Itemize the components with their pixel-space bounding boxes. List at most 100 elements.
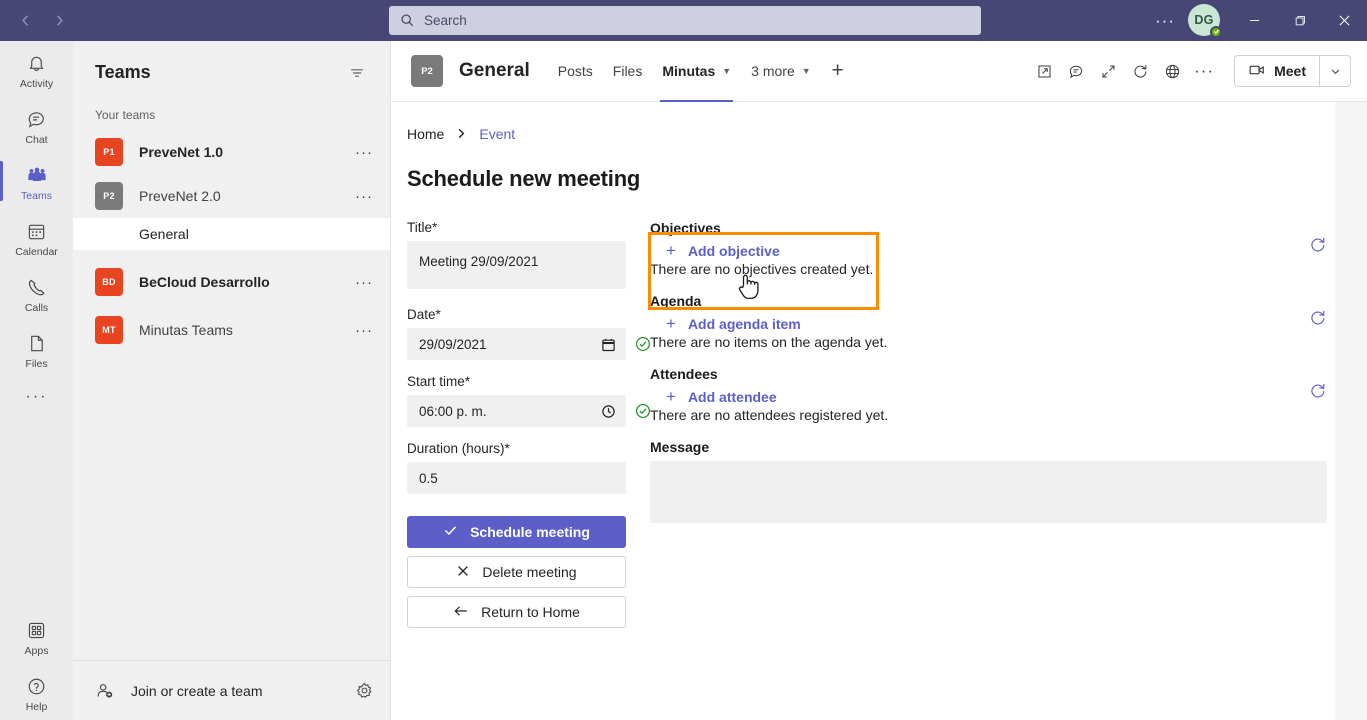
team-row[interactable]: P2 PreveNet 2.0 ···	[73, 174, 390, 218]
bell-icon	[26, 53, 47, 75]
back-button[interactable]	[8, 6, 42, 36]
rail-item-teams[interactable]: Teams	[0, 153, 73, 209]
clock-icon[interactable]	[601, 404, 616, 419]
expand-arrows-icon[interactable]	[1092, 55, 1124, 87]
add-attendee-button[interactable]: + Add attendee	[666, 388, 1335, 405]
avatar[interactable]: DG	[1188, 3, 1222, 38]
date-value: 29/09/2021	[419, 336, 487, 352]
add-tab-button[interactable]: +	[821, 41, 855, 102]
rail-item-calendar[interactable]: Calendar	[0, 209, 73, 265]
rail-item-activity[interactable]: Activity	[0, 41, 73, 97]
phone-icon	[26, 277, 47, 299]
team-row[interactable]: P1 PreveNet 1.0 ···	[73, 130, 390, 174]
duration-input[interactable]: 0.5	[407, 462, 626, 494]
breadcrumb-home[interactable]: Home	[407, 126, 444, 142]
team-avatar: P1	[95, 138, 123, 166]
channel-header: P2 General Posts Files Minutas ▼ 3 more …	[391, 41, 1367, 102]
agenda-section: Agenda + Add agenda item There are no it…	[650, 293, 1335, 350]
maximize-button[interactable]	[1277, 0, 1322, 41]
rail-item-chat[interactable]: Chat	[0, 97, 73, 153]
message-section: Message	[650, 439, 1335, 523]
join-or-create-team-label: Join or create a team	[131, 682, 263, 699]
objectives-empty-text: There are no objectives created yet.	[650, 261, 874, 277]
tab-posts[interactable]: Posts	[548, 41, 603, 102]
rail-item-files[interactable]: Files	[0, 321, 73, 377]
date-label: Date*	[407, 307, 441, 322]
join-or-create-team-button[interactable]: Join or create a team	[73, 660, 390, 720]
refresh-objectives-icon[interactable]	[1309, 236, 1327, 254]
team-more-button[interactable]: ···	[352, 144, 376, 161]
duration-value: 0.5	[419, 470, 438, 486]
meeting-app-canvas: Home Event Schedule new meeting Title* M…	[391, 102, 1335, 720]
rail-label-apps: Apps	[24, 644, 49, 657]
refresh-icon[interactable]	[1124, 55, 1156, 87]
add-person-icon	[95, 681, 117, 701]
title-input[interactable]: Meeting 29/09/2021	[407, 241, 626, 289]
refresh-agenda-icon[interactable]	[1309, 309, 1327, 327]
video-camera-icon	[1248, 61, 1266, 82]
close-button[interactable]	[1322, 0, 1367, 41]
team-row[interactable]: BD BeCloud Desarrollo ···	[73, 260, 390, 304]
tab-files[interactable]: Files	[603, 41, 653, 102]
search-bar[interactable]: Search	[389, 6, 981, 35]
calendar-picker-icon[interactable]	[601, 337, 616, 352]
message-textarea[interactable]	[650, 461, 1327, 523]
start-time-label: Start time*	[407, 374, 471, 389]
tab-label: 3 more	[751, 63, 795, 79]
team-more-button[interactable]: ···	[352, 188, 376, 205]
date-input[interactable]: 29/09/2021	[407, 328, 650, 360]
add-agenda-item-button[interactable]: + Add agenda item	[666, 315, 1335, 332]
breadcrumb-event[interactable]: Event	[479, 126, 515, 142]
agenda-title: Agenda	[650, 293, 702, 309]
objectives-section: Objectives + Add objective There are no …	[650, 220, 1335, 277]
title-label: Title*	[407, 220, 438, 235]
team-row[interactable]: MT Minutas Teams ···	[73, 308, 390, 352]
calendar-icon	[26, 221, 47, 243]
team-name: Minutas Teams	[139, 322, 233, 338]
titlebar-more-button[interactable]: ···	[1148, 5, 1182, 37]
team-more-button[interactable]: ···	[352, 274, 376, 291]
start-time-input[interactable]: 06:00 p. m.	[407, 395, 650, 427]
duration-label: Duration (hours)*	[407, 441, 510, 456]
date-valid-icon	[635, 336, 651, 352]
rail-more-button[interactable]: ···	[0, 377, 73, 417]
filter-icon[interactable]	[342, 58, 372, 88]
start-time-value: 06:00 p. m.	[419, 403, 487, 419]
plus-icon: +	[666, 314, 676, 333]
open-in-new-icon[interactable]	[1028, 55, 1060, 87]
presence-badge	[1210, 25, 1222, 38]
meet-dropdown-button[interactable]	[1319, 56, 1350, 86]
tab-minutas[interactable]: Minutas ▼	[652, 41, 741, 102]
delete-meeting-button[interactable]: Delete meeting	[407, 556, 626, 588]
globe-icon[interactable]	[1156, 55, 1188, 87]
question-circle-icon	[26, 676, 47, 698]
add-objective-button[interactable]: + Add objective	[666, 242, 1335, 259]
forward-button[interactable]	[42, 6, 76, 36]
gear-icon[interactable]	[355, 681, 374, 700]
tab-label: Minutas	[662, 63, 716, 79]
return-to-home-label: Return to Home	[481, 604, 580, 620]
tab-3-more[interactable]: 3 more ▼	[741, 41, 821, 102]
channel-tabs: Posts Files Minutas ▼ 3 more ▼ +	[548, 41, 855, 102]
more-options-icon[interactable]: ···	[1188, 55, 1220, 87]
team-more-button[interactable]: ···	[352, 322, 376, 339]
rail-item-calls[interactable]: Calls	[0, 265, 73, 321]
objectives-title: Objectives	[650, 220, 721, 236]
schedule-meeting-button[interactable]: Schedule meeting	[407, 516, 626, 548]
return-to-home-button[interactable]: Return to Home	[407, 596, 626, 628]
minimize-button[interactable]	[1232, 0, 1277, 41]
meet-button[interactable]: Meet	[1235, 56, 1319, 86]
chevron-down-icon[interactable]: ▼	[802, 66, 811, 76]
rail-item-help[interactable]: Help	[0, 664, 73, 720]
rail-label-activity: Activity	[19, 77, 54, 90]
team-avatar: BD	[95, 268, 123, 296]
chevron-down-icon[interactable]: ▼	[722, 66, 731, 76]
rail-label-help: Help	[25, 700, 48, 713]
arrow-left-icon	[453, 603, 469, 622]
chat-bubble-icon[interactable]	[1060, 55, 1092, 87]
delete-meeting-label: Delete meeting	[482, 564, 577, 580]
apps-grid-icon	[26, 620, 47, 642]
channel-row-general[interactable]: General	[73, 218, 390, 250]
refresh-attendees-icon[interactable]	[1309, 382, 1327, 400]
rail-item-apps[interactable]: Apps	[0, 608, 73, 664]
